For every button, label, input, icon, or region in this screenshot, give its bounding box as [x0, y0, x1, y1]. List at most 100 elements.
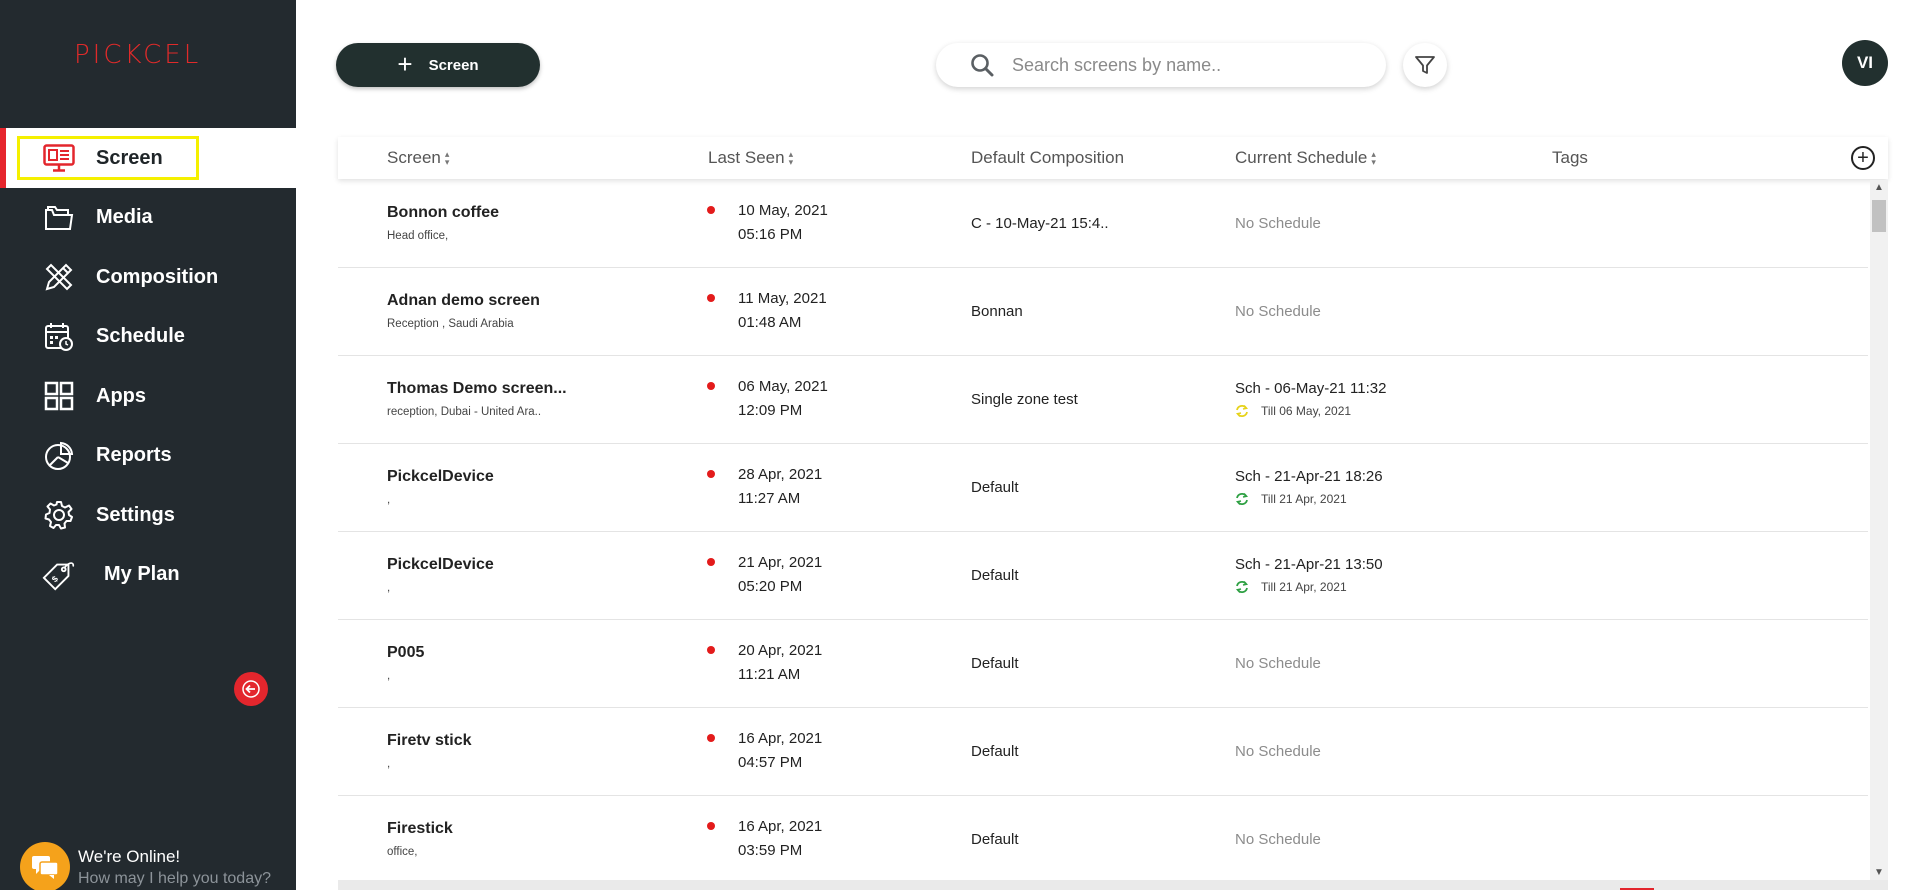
last-seen-date: 28 Apr, 2021 [738, 466, 823, 483]
sidebar-item-label: Settings [96, 503, 175, 526]
chat-widget[interactable]: We're Online! How may I help you today? [20, 842, 271, 890]
last-seen-date: 21 Apr, 2021 [738, 554, 823, 571]
table-row[interactable]: PickcelDevice , 28 Apr, 2021 11:27 AM De… [338, 444, 1868, 532]
screen-location: , [387, 670, 391, 682]
current-schedule: No Schedule [1235, 655, 1321, 672]
current-schedule[interactable]: Sch - 06-May-21 11:32 [1235, 380, 1386, 397]
table-row[interactable]: Firestick office, 16 Apr, 2021 03:59 PM … [338, 796, 1868, 880]
sidebar-item-settings[interactable]: Settings [0, 486, 296, 546]
table-header: Screen ▴ ▾ Last Seen ▴ ▾ Default Compositi… [338, 137, 1888, 179]
column-header-current-schedule[interactable]: Current Schedule ▴ ▾ [1235, 148, 1376, 168]
sidebar-item-reports[interactable]: Reports [0, 426, 296, 486]
default-composition[interactable]: Default [971, 831, 1019, 848]
schedule-till-text: Till 21 Apr, 2021 [1261, 492, 1347, 506]
add-column-icon[interactable]: + [1851, 146, 1875, 170]
gear-icon [42, 498, 76, 532]
sidebar-item-apps[interactable]: Apps [0, 367, 296, 427]
screen-name[interactable]: Bonnon coffee [387, 204, 499, 222]
table-row[interactable]: Bonnon coffee Head office, 10 May, 2021 … [338, 180, 1868, 268]
sort-icon: ▴ ▾ [444, 149, 450, 167]
sidebar-item-label: Media [96, 206, 153, 229]
price-tag-icon: $ [42, 558, 76, 592]
screen-name[interactable]: Thomas Demo screen... [387, 380, 567, 398]
default-composition[interactable]: Default [971, 567, 1019, 584]
schedule-till: Till 21 Apr, 2021 [1235, 580, 1347, 594]
grid-apps-icon [42, 379, 76, 413]
last-seen-time: 04:57 PM [738, 754, 803, 771]
pickcel-logo[interactable]: PICKCEL [74, 40, 201, 70]
last-seen-date: 11 May, 2021 [738, 290, 827, 307]
search-input[interactable] [1012, 54, 1352, 76]
column-header-screen[interactable]: Screen ▴ ▾ [387, 148, 449, 168]
design-tools-icon [42, 260, 76, 294]
offline-status-dot [707, 470, 715, 478]
last-seen-date: 20 Apr, 2021 [738, 642, 823, 659]
last-seen-date: 16 Apr, 2021 [738, 730, 823, 747]
screen-name[interactable]: Adnan demo screen [387, 292, 540, 310]
filter-button[interactable] [1403, 43, 1447, 87]
current-schedule[interactable]: Sch - 21-Apr-21 13:50 [1235, 556, 1383, 573]
sidebar-item-screen[interactable]: Screen [0, 128, 296, 188]
offline-status-dot [707, 734, 715, 742]
default-composition[interactable]: Default [971, 743, 1019, 760]
screen-name[interactable]: Firestick [387, 820, 453, 838]
offline-status-dot [707, 822, 715, 830]
sidebar-item-composition[interactable]: Composition [0, 248, 296, 308]
add-screen-button[interactable]: + Screen [336, 43, 540, 87]
screen-location: office, [387, 846, 418, 858]
offline-status-dot [707, 294, 715, 302]
sort-icon: ▴ ▾ [788, 149, 794, 167]
current-schedule: No Schedule [1235, 215, 1321, 232]
last-seen-time: 11:27 AM [738, 490, 801, 507]
collapse-sidebar-button[interactable] [234, 672, 268, 706]
offline-status-dot [707, 382, 715, 390]
screen-location: , [387, 494, 391, 506]
horizontal-scrollbar[interactable] [338, 880, 1888, 890]
chat-icon[interactable] [20, 842, 70, 890]
table-row[interactable]: Adnan demo screen Reception , Saudi Arab… [338, 268, 1868, 356]
table-row[interactable]: Thomas Demo screen... reception, Dubai -… [338, 356, 1868, 444]
screen-location: Reception , Saudi Arabia [387, 318, 514, 330]
default-composition[interactable]: Default [971, 655, 1019, 672]
last-seen-date: 10 May, 2021 [738, 202, 828, 219]
offline-status-dot [707, 558, 715, 566]
table-row[interactable]: PickcelDevice , 21 Apr, 2021 05:20 PM De… [338, 532, 1868, 620]
scroll-down-icon[interactable]: ▼ [1874, 867, 1884, 878]
vertical-scrollbar[interactable]: ▲ ▼ [1870, 180, 1888, 880]
scroll-up-icon[interactable]: ▲ [1874, 182, 1884, 193]
table-row[interactable]: P005 , 20 Apr, 2021 11:21 AM Default No … [338, 620, 1868, 708]
default-composition[interactable]: Default [971, 479, 1019, 496]
column-header-default-composition: Default Composition [971, 148, 1124, 168]
svg-text:$: $ [50, 573, 61, 584]
sidebar-item-my-plan[interactable]: $ My Plan [0, 545, 296, 605]
add-screen-label: Screen [428, 56, 479, 74]
scroll-thumb[interactable] [1872, 200, 1886, 232]
default-composition[interactable]: C - 10-May-21 15:4.. [971, 215, 1109, 232]
screen-name[interactable]: PickcelDevice [387, 468, 494, 486]
last-seen-time: 05:16 PM [738, 226, 803, 243]
column-header-label: Current Schedule [1235, 148, 1368, 167]
schedule-till: Till 06 May, 2021 [1235, 404, 1351, 418]
default-composition[interactable]: Bonnan [971, 303, 1023, 320]
table-row[interactable]: Firetv stick , 16 Apr, 2021 04:57 PM Def… [338, 708, 1868, 796]
current-schedule: No Schedule [1235, 831, 1321, 848]
avatar[interactable]: VI [1842, 40, 1888, 86]
filter-icon [1415, 56, 1435, 74]
current-schedule[interactable]: Sch - 21-Apr-21 18:26 [1235, 468, 1383, 485]
sidebar-item-label: My Plan [104, 563, 180, 586]
sidebar-item-label: Reports [96, 444, 172, 467]
sidebar-item-label: Composition [96, 265, 219, 288]
chat-subtitle: How may I help you today? [78, 869, 271, 887]
chat-title: We're Online! [78, 846, 181, 866]
column-header-last-seen[interactable]: Last Seen ▴ ▾ [708, 148, 793, 168]
screen-name[interactable]: Firetv stick [387, 732, 471, 750]
default-composition[interactable]: Single zone test [971, 391, 1078, 408]
pie-chart-icon [42, 439, 76, 473]
screen-name[interactable]: PickcelDevice [387, 556, 494, 574]
screen-name[interactable]: P005 [387, 644, 424, 662]
sidebar-nav: Screen Media Composition Schedule Apps R… [0, 128, 296, 605]
sidebar-item-schedule[interactable]: Schedule [0, 307, 296, 367]
screen-location: , [387, 758, 391, 770]
sidebar-item-media[interactable]: Media [0, 188, 296, 248]
last-seen-time: 01:48 AM [738, 314, 802, 331]
